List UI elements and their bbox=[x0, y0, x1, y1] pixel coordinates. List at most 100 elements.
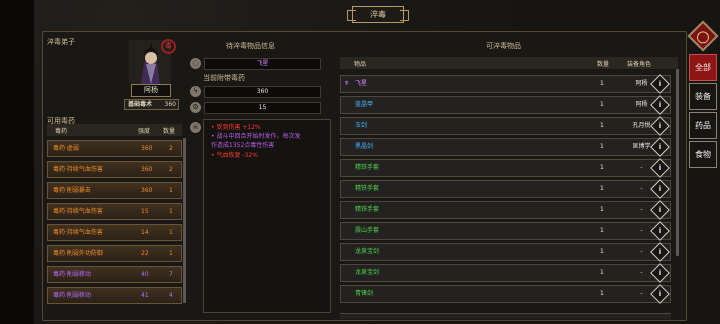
poison-name: 毒药·削弱移动 bbox=[53, 292, 91, 299]
item-name: 蓝晶甲 bbox=[355, 101, 374, 108]
item-row[interactable]: 震山手套 1- i bbox=[340, 221, 671, 241]
poison-strength: 360 bbox=[141, 145, 153, 152]
poison-table-header: 毒药 强度 数量 bbox=[47, 124, 182, 136]
poison-count: 2 bbox=[169, 166, 173, 173]
tab-all[interactable]: 全部 bbox=[689, 54, 717, 81]
effect-line: • 气血恢复 -32% bbox=[211, 152, 258, 159]
item-row[interactable]: 精铁手套 1- i bbox=[340, 179, 671, 199]
item-row[interactable]: 精铁手套 1- i bbox=[340, 158, 671, 178]
item-qty: 1 bbox=[600, 185, 604, 192]
items-table: 物品 数量 装备角色 ♆ 飞星 1 阿杨 i 蓝晶甲 1 阿杨 i 玉剑 1 孔月悦 i 黑晶剑 1 匡博学 i… bbox=[340, 57, 680, 319]
page-title: 淬毒 bbox=[347, 6, 409, 23]
items-scrollbar[interactable] bbox=[676, 69, 679, 256]
power-icon: ϟ bbox=[190, 86, 201, 97]
poison-count-field: 15 bbox=[204, 102, 321, 114]
poison-name: 毒药·削弱移动 bbox=[53, 271, 91, 278]
item-name: 龙泉宝剑 bbox=[355, 269, 380, 276]
item-name: 飞星 bbox=[355, 80, 368, 87]
poison-strength-row: ϟ 360 bbox=[190, 86, 335, 98]
skull-icon: ☠ bbox=[190, 122, 201, 133]
items-table-header: 物品 数量 装备角色 bbox=[340, 57, 678, 69]
items-table-overflow bbox=[340, 313, 671, 319]
item-qty: 1 bbox=[600, 248, 604, 255]
disciple-name: 阿杨 bbox=[131, 84, 171, 97]
poison-count: 1 bbox=[169, 229, 173, 236]
item-name: 精铁手套 bbox=[355, 206, 380, 213]
item-name-field: 飞星 bbox=[204, 58, 321, 70]
poison-effects: • 受到伤害 +12% • 战斗中回合开始时发作，每次发 作造成1352点毒性伤… bbox=[203, 119, 331, 313]
poison-count: 7 bbox=[169, 271, 173, 278]
item-qty: 1 bbox=[600, 164, 604, 171]
poison-strength: 360 bbox=[141, 166, 153, 173]
item-qty: 1 bbox=[600, 122, 604, 129]
poison-strength: 15 bbox=[141, 208, 149, 215]
poison-seal-icon[interactable]: 毒 bbox=[161, 39, 176, 54]
poisonable-items-title: 可淬毒物品 bbox=[486, 42, 521, 50]
item-name: 震山手套 bbox=[355, 227, 380, 234]
poison-name: 毒药·虚弱 bbox=[53, 145, 79, 152]
item-name: 龙泉宝剑 bbox=[355, 248, 380, 255]
poison-count: 2 bbox=[169, 145, 173, 152]
poison-strength: 22 bbox=[141, 250, 149, 257]
poison-count: 4 bbox=[169, 292, 173, 299]
poison-row[interactable]: 毒药·削弱外功防御 22 1 bbox=[47, 245, 182, 262]
tab-medicine[interactable]: 药品 bbox=[689, 112, 717, 139]
item-qty: 1 bbox=[600, 290, 604, 297]
tab-equipment[interactable]: 装备 bbox=[689, 83, 717, 110]
item-name: 青锋剑 bbox=[355, 290, 374, 297]
skill-value: 基础毒术 360 bbox=[124, 99, 179, 110]
poison-name: 毒药·削弱外功防御 bbox=[53, 250, 103, 257]
poison-row[interactable]: 毒药·削弱移动 41 4 bbox=[47, 287, 182, 304]
item-name: 玉剑 bbox=[355, 122, 368, 129]
item-qty: 1 bbox=[600, 101, 604, 108]
item-qty: 1 bbox=[600, 80, 604, 87]
item-name: 精铁手套 bbox=[355, 164, 380, 171]
item-name: 精铁手套 bbox=[355, 185, 380, 192]
tab-food[interactable]: 食物 bbox=[689, 141, 717, 168]
item-qty: 1 bbox=[600, 227, 604, 234]
poison-row[interactable]: 毒药·削弱暴击 360 1 bbox=[47, 182, 182, 199]
poison-name: 毒药·持续气血伤害 bbox=[53, 229, 103, 236]
poison-row[interactable]: 毒药·削弱移动 40 7 bbox=[47, 266, 182, 283]
poison-row[interactable]: 毒药·持续气血伤害 15 1 bbox=[47, 203, 182, 220]
current-poison-label: 当前附带毒药 bbox=[203, 74, 245, 82]
poison-row[interactable]: 毒药·持续气血伤害 360 2 bbox=[47, 161, 182, 178]
poison-count: 1 bbox=[169, 187, 173, 194]
poison-strength: 41 bbox=[141, 292, 149, 299]
poison-count-row: ⚙ 15 bbox=[190, 102, 335, 114]
item-row[interactable]: 精铁手套 1- i bbox=[340, 200, 671, 220]
poison-name: 毒药·持续气血伤害 bbox=[53, 208, 103, 215]
item-name-row: ◌ 飞星 bbox=[190, 58, 335, 70]
poison-strength: 360 bbox=[141, 187, 153, 194]
item-row[interactable]: 黑晶剑 1 匡博学 i bbox=[340, 137, 671, 157]
item-row[interactable]: 龙泉宝剑 1- i bbox=[340, 263, 671, 283]
poison-row[interactable]: 毒药·持续气血伤害 14 1 bbox=[47, 224, 182, 241]
item-qty: 1 bbox=[600, 269, 604, 276]
item-row[interactable]: 蓝晶甲 1 阿杨 i bbox=[340, 95, 671, 115]
item-row[interactable]: ♆ 飞星 1 阿杨 i bbox=[340, 74, 671, 94]
item-qty: 1 bbox=[600, 143, 604, 150]
left-edge bbox=[0, 0, 34, 324]
item-row[interactable]: 青锋剑 1- i bbox=[340, 284, 671, 304]
disciple-label: 淬毒弟子 bbox=[47, 38, 75, 46]
effect-line: 作造成1352点毒性伤害 bbox=[211, 142, 275, 149]
item-name: 黑晶剑 bbox=[355, 143, 374, 150]
item-row[interactable]: 龙泉宝剑 1- i bbox=[340, 242, 671, 262]
poison-count: 1 bbox=[169, 250, 173, 257]
effect-line: • 受到伤害 +12% bbox=[211, 124, 261, 131]
poison-table: 毒药 强度 数量 毒药·虚弱 360 2 毒药·持续气血伤害 360 2 毒药·削弱暴击 36… bbox=[47, 124, 186, 314]
poison-row[interactable]: 毒药·虚弱 360 2 bbox=[47, 140, 182, 157]
poison-strength: 14 bbox=[141, 229, 149, 236]
item-qty: 1 bbox=[600, 206, 604, 213]
gear-icon: ⚙ bbox=[190, 102, 201, 113]
poison-scrollbar[interactable] bbox=[183, 138, 186, 303]
poison-name: 毒药·削弱暴击 bbox=[53, 187, 91, 194]
item-icon: ◌ bbox=[190, 58, 201, 69]
item-row[interactable]: 玉剑 1 孔月悦 i bbox=[340, 116, 671, 136]
poison-name: 毒药·持续气血伤害 bbox=[53, 166, 103, 173]
poison-count: 1 bbox=[169, 208, 173, 215]
poison-strength: 40 bbox=[141, 271, 149, 278]
effect-line: • 战斗中回合开始时发作，每次发 bbox=[211, 133, 301, 140]
poison-mark-icon: ♆ bbox=[344, 80, 350, 87]
poison-strength-field: 360 bbox=[204, 86, 321, 98]
